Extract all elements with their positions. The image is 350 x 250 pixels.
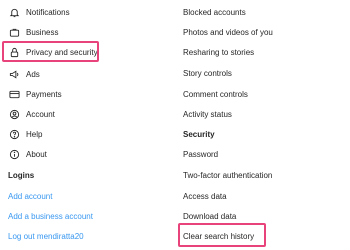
credit-card-icon [8,88,20,100]
logins-header-label: Logins [8,170,35,180]
submenu-item-label: Two-factor authentication [183,170,273,180]
menu-item-label: Account [26,109,55,119]
submenu-item-label: Photos and videos of you [183,27,273,37]
log-out-link[interactable]: Log out mendiratta20 [8,228,84,244]
menu-item-label: Payments [26,89,62,99]
info-circle-icon [8,148,20,160]
submenu-item-photos-and-videos[interactable]: Photos and videos of you [183,24,273,40]
briefcase-icon [8,26,20,38]
submenu-item-activity-status[interactable]: Activity status [183,106,232,122]
security-header: Security [183,126,215,142]
megaphone-icon [8,68,20,80]
menu-item-payments[interactable]: Payments [8,86,62,102]
submenu-item-label: Download data [183,211,237,221]
submenu-item-label: Activity status [183,109,232,119]
logins-header: Logins [8,167,34,183]
add-business-account-label: Add a business account [8,211,93,221]
submenu-item-label: Comment controls [183,89,248,99]
help-circle-icon [8,128,20,140]
menu-item-label: Business [26,27,59,37]
menu-item-notifications[interactable]: Notifications [8,4,70,20]
submenu-item-access-data[interactable]: Access data [183,188,227,204]
highlight-box-privacy-and-security [2,41,99,62]
menu-item-ads[interactable]: Ads [8,66,40,82]
submenu-item-label: Password [183,149,219,159]
menu-item-label: Help [26,129,43,139]
add-account-link[interactable]: Add account [8,188,52,204]
log-out-label: Log out mendiratta20 [8,231,84,241]
submenu-item-comment-controls[interactable]: Comment controls [183,86,248,102]
submenu-item-label: Blocked accounts [183,7,246,17]
submenu-item-label: Story controls [183,68,232,78]
submenu-item-resharing-to-stories[interactable]: Resharing to stories [183,44,254,60]
menu-item-about[interactable]: About [8,146,47,162]
submenu-item-two-factor-authentication[interactable]: Two-factor authentication [183,167,272,183]
menu-item-label: Ads [26,69,40,79]
submenu-item-label: Resharing to stories [183,47,255,57]
submenu-item-blocked-accounts[interactable]: Blocked accounts [183,4,246,20]
menu-item-label: Notifications [26,7,70,17]
bell-icon [8,6,20,18]
account-circle-icon [8,108,20,120]
menu-item-business[interactable]: Business [8,24,58,40]
submenu-item-story-controls[interactable]: Story controls [183,65,232,81]
security-header-label: Security [183,129,215,139]
menu-item-account[interactable]: Account [8,106,55,122]
highlight-box-clear-search-history [178,223,266,247]
add-account-label: Add account [8,191,53,201]
submenu-item-label: Access data [183,191,227,201]
add-business-account-link[interactable]: Add a business account [8,208,93,224]
menu-item-help[interactable]: Help [8,126,42,142]
menu-item-label: About [26,149,47,159]
submenu-item-password[interactable]: Password [183,146,218,162]
submenu-item-download-data[interactable]: Download data [183,208,236,224]
